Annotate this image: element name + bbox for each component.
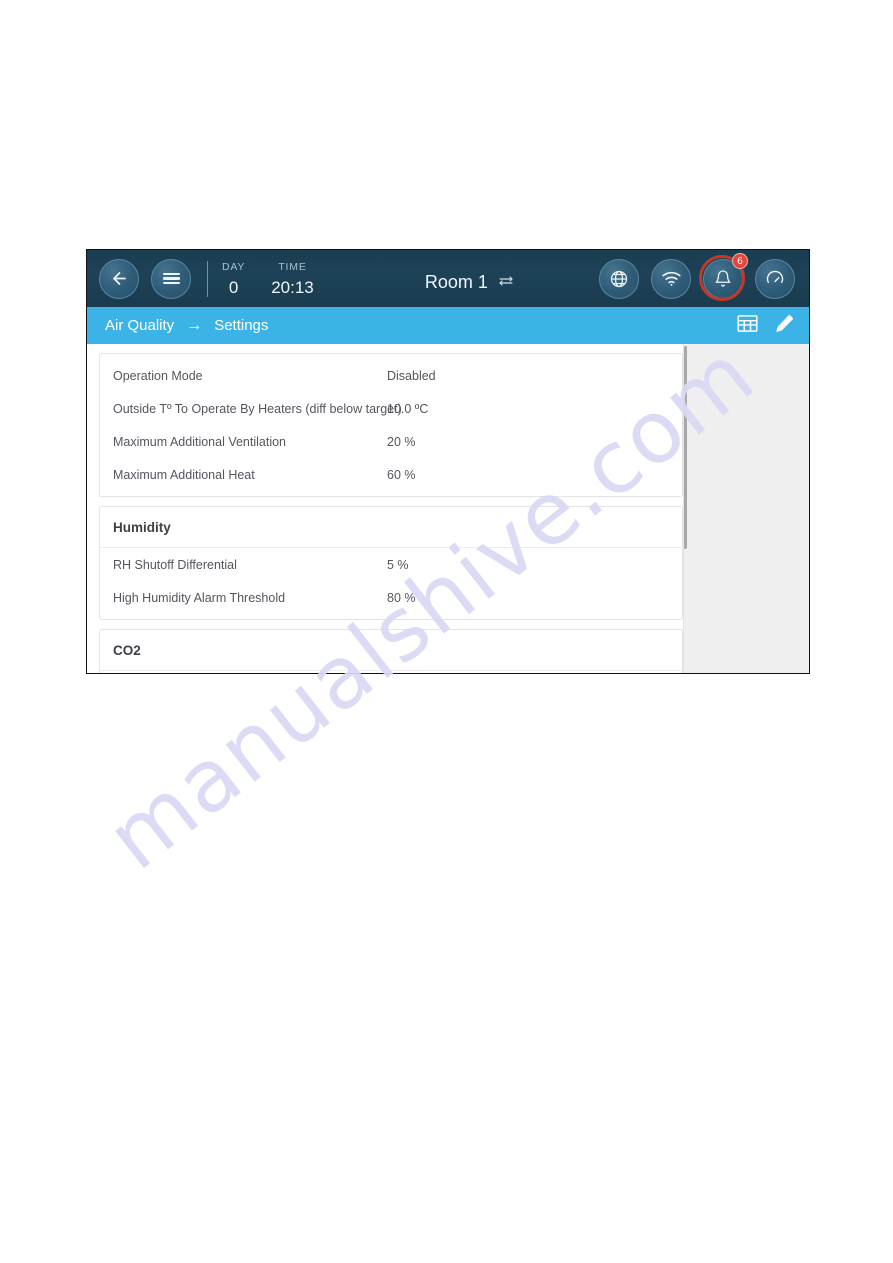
bell-icon: [714, 269, 732, 288]
setting-label: RH Shutoff Differential: [113, 557, 237, 572]
setting-label: High Humidity Alarm Threshold: [113, 590, 286, 605]
setting-row[interactable]: Maximum Additional Ventilation 20 %: [100, 425, 682, 458]
breadcrumb-arrow-icon: →: [186, 316, 203, 334]
setting-label: Operation Mode: [113, 368, 203, 383]
setting-row[interactable]: High Humidity Alarm Threshold 80 %: [100, 581, 682, 614]
breadcrumb-current: Settings: [214, 317, 269, 334]
time-block: TIME 20:13: [271, 260, 314, 298]
setting-label: Maximum Additional Ventilation: [113, 434, 287, 449]
time-value: 20:13: [271, 277, 314, 297]
card-title: CO2: [100, 630, 682, 671]
gauge-icon: [765, 269, 785, 289]
alarm-button-wrapper[interactable]: 6: [699, 252, 748, 301]
settings-card: Humidity RH Shutoff Differential 5 % Hig…: [99, 506, 683, 620]
device-screen-panel: DAY 0 TIME 20:13 Room 1 6 Air Quality → …: [86, 249, 810, 674]
breadcrumb-parent[interactable]: Air Quality: [105, 317, 174, 334]
scrollbar-gutter: [683, 344, 809, 673]
setting-row[interactable]: RH Shutoff Differential 5 %: [100, 548, 682, 581]
room-name: Room 1: [424, 272, 488, 292]
setting-value: 80 %: [387, 590, 416, 605]
gauge-button[interactable]: [755, 258, 795, 299]
day-label: DAY: [222, 260, 246, 273]
room-selector[interactable]: Room 1: [340, 272, 599, 293]
setting-row-placeholder: [100, 671, 682, 673]
topbar-divider: [207, 260, 208, 297]
hamburger-menu-icon: [162, 272, 180, 285]
day-time-group: DAY 0 TIME 20:13: [222, 260, 340, 298]
network-button[interactable]: [599, 258, 639, 299]
menu-button[interactable]: [151, 258, 191, 299]
setting-value: Disabled: [387, 368, 436, 383]
swap-arrows-icon[interactable]: [498, 274, 514, 292]
scrollbar-thumb[interactable]: [684, 346, 687, 549]
setting-value: 20 %: [387, 434, 416, 449]
day-value: 0: [228, 277, 239, 297]
breadcrumb-actions: [737, 313, 795, 339]
card-title: Humidity: [100, 507, 682, 548]
setting-row[interactable]: Outside Tº To Operate By Heaters (diff b…: [100, 392, 682, 425]
back-button[interactable]: [99, 258, 139, 299]
wifi-button[interactable]: [651, 258, 691, 299]
arrow-left-icon: [110, 269, 129, 288]
device-topbar: DAY 0 TIME 20:13 Room 1 6: [87, 250, 809, 307]
breadcrumb-bar: Air Quality → Settings: [87, 307, 809, 344]
setting-label: Outside Tº To Operate By Heaters (diff b…: [113, 401, 402, 416]
globe-icon: [609, 269, 629, 289]
pencil-edit-icon[interactable]: [774, 313, 795, 339]
settings-card: Operation Mode Disabled Outside Tº To Op…: [99, 353, 683, 497]
setting-value: 5 %: [387, 557, 409, 572]
setting-row[interactable]: Maximum Additional Heat 60 %: [100, 458, 682, 491]
scrollbar-track[interactable]: [684, 344, 687, 673]
setting-label: Maximum Additional Heat: [113, 467, 255, 482]
time-label: TIME: [278, 260, 307, 273]
setting-value: 10.0 ºC: [387, 401, 429, 416]
wifi-icon: [661, 270, 682, 287]
day-block: DAY 0: [222, 260, 245, 298]
settings-card: CO2: [99, 629, 683, 673]
setting-value: 60 %: [387, 467, 416, 482]
table-grid-icon[interactable]: [737, 314, 758, 338]
settings-scroll-area[interactable]: Operation Mode Disabled Outside Tº To Op…: [87, 344, 683, 673]
topbar-status-icons: 6: [599, 252, 795, 301]
setting-row[interactable]: Operation Mode Disabled: [100, 359, 682, 392]
settings-body: Operation Mode Disabled Outside Tº To Op…: [87, 344, 809, 673]
alarm-count-badge: 6: [732, 252, 748, 269]
